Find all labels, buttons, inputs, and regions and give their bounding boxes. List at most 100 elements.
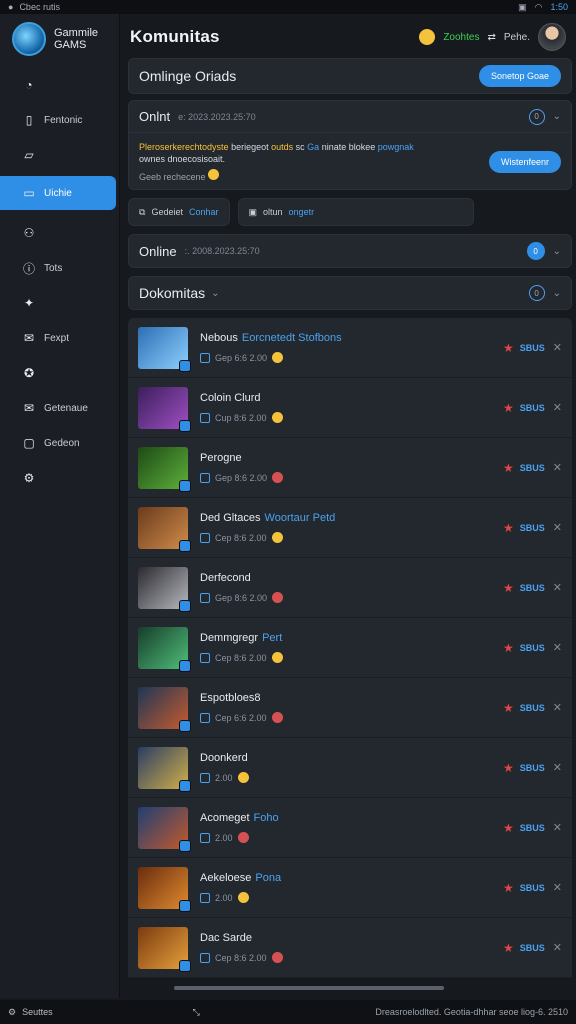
close-icon[interactable]: ✕: [553, 821, 562, 834]
close-icon[interactable]: ✕: [553, 521, 562, 534]
sidebar-item-3[interactable]: ▭ Uichie: [0, 176, 116, 210]
expand-icon[interactable]: ⤡: [193, 1007, 200, 1018]
horizontal-scrollbar[interactable]: [130, 986, 570, 992]
platform-badge-icon: [179, 899, 191, 912]
star-icon[interactable]: ★: [503, 701, 514, 715]
list-item[interactable]: Acomeget Foho 2.00 ★ SBUS ✕: [128, 798, 572, 858]
sidebar-item-4[interactable]: ⚇: [0, 216, 119, 250]
avatar[interactable]: [538, 23, 566, 51]
game-meta: Cep 8:6 2.00: [200, 532, 503, 543]
game-meta-text: Cep 8:6 2.00: [215, 532, 267, 543]
online-row[interactable]: Onlnt e: 2023.2023.25:70 0 ⌄: [129, 101, 571, 133]
action-button-1[interactable]: ▣ oltun ongetr: [237, 198, 474, 226]
list-item[interactable]: Ded Gltaces Woortaur Petd Cep 8:6 2.00 ★ SBU…: [128, 498, 572, 558]
chevron-down-icon[interactable]: ⌄: [553, 246, 561, 257]
emoji-icon: [237, 832, 249, 843]
game-info: Perogne Gep 8:6 2.00: [200, 452, 503, 483]
messages-link[interactable]: Pehe.: [504, 32, 530, 43]
star-icon[interactable]: ★: [503, 581, 514, 595]
emoji-icon: [271, 712, 283, 723]
close-icon[interactable]: ✕: [553, 701, 562, 714]
create-group-button[interactable]: Sonetop Goae: [478, 65, 561, 87]
sidebar-item-7[interactable]: ✉ Fexpt: [0, 321, 119, 355]
notice-highlight-2: outds: [271, 142, 294, 152]
game-meta-text: Cup 8:6 2.00: [215, 412, 267, 423]
game-meta: Cep 6:6 2.00: [200, 712, 503, 723]
notice-link-2[interactable]: powgnak: [378, 142, 414, 152]
online-section[interactable]: Online :. 2008.2023.25:70 0 ⌄: [128, 234, 572, 268]
sidebar-item-5[interactable]: ⓘ Tots: [0, 251, 119, 285]
sidebar-item-2[interactable]: ▱: [0, 138, 119, 172]
emoji-icon: [272, 472, 284, 483]
close-icon[interactable]: ✕: [553, 341, 562, 354]
game-score: SBUS: [519, 762, 545, 773]
online-count-icon: 0: [528, 108, 545, 125]
close-icon[interactable]: ✕: [553, 941, 562, 954]
game-meta: 2.00: [200, 832, 503, 843]
star-icon[interactable]: ★: [503, 341, 514, 355]
list-item[interactable]: Doonkerd 2.00 ★ SBUS ✕: [128, 738, 572, 798]
sidebar-item-1[interactable]: ▯ Fentonic: [0, 103, 119, 137]
game-score: SBUS: [519, 342, 545, 353]
close-icon[interactable]: ✕: [553, 641, 562, 654]
list-item[interactable]: Derfecond Gep 8:6 2.00 ★ SBUS ✕: [128, 558, 572, 618]
sidebar-item-9[interactable]: ✉ Getenaue: [0, 391, 119, 425]
gear-icon[interactable]: ⚙: [8, 1007, 16, 1018]
star-icon[interactable]: ★: [503, 641, 514, 655]
favorites-header[interactable]: Dokomitas ⌄ 0 ⌄: [128, 276, 572, 310]
star-icon[interactable]: ★: [503, 461, 514, 475]
sidebar-item-11[interactable]: ⚙: [0, 461, 119, 495]
brand[interactable]: Gammile GAMS: [0, 14, 119, 64]
notice-link[interactable]: Ga: [307, 142, 319, 152]
list-item[interactable]: Demmgregr Pert Cep 8:6 2.00 ★ SBUS ✕: [128, 618, 572, 678]
message-icon[interactable]: ⇄: [487, 32, 495, 43]
list-item[interactable]: Aekeloese Pona 2.00 ★ SBUS ✕: [128, 858, 572, 918]
sidebar-item-label: Getenaue: [44, 402, 88, 414]
game-name: Demmgregr Pert: [200, 632, 503, 644]
game-title: Demmgregr: [200, 632, 259, 644]
close-icon[interactable]: ✕: [553, 581, 562, 594]
platform-icon: [200, 892, 210, 903]
platform-icon: [200, 952, 210, 963]
emoji-icon[interactable]: [419, 29, 436, 45]
game-score: SBUS: [519, 582, 545, 593]
brand-name: Gammile GAMS: [54, 27, 98, 51]
close-icon[interactable]: ✕: [553, 401, 562, 414]
platform-badge-icon: [179, 599, 191, 612]
star-icon[interactable]: ★: [503, 821, 514, 835]
game-meta: 2.00: [200, 772, 503, 783]
app-icon: ●: [8, 2, 14, 12]
close-icon[interactable]: ✕: [553, 761, 562, 774]
sidebar-item-8[interactable]: ✪: [0, 356, 119, 390]
sidebar-item-10[interactable]: ▢ Gedeon: [0, 426, 119, 460]
close-icon[interactable]: ✕: [553, 461, 562, 474]
scrollbar-thumb[interactable]: [174, 986, 444, 990]
status-time: 1:50: [550, 2, 568, 12]
sidebar-item-0[interactable]: ◔: [0, 68, 119, 102]
platform-icon: [200, 412, 210, 423]
game-tag: Pert: [262, 632, 283, 644]
platform-icon: [200, 472, 210, 483]
action-button-0[interactable]: ⧉ Gedeiet Conhar: [128, 198, 230, 226]
list-item[interactable]: Nebous Eorcnetedt Stofbons Gep 6:6 2.00 ★ SB…: [128, 318, 572, 378]
brand-line-2: GAMS: [54, 39, 87, 51]
star-icon[interactable]: ★: [503, 941, 514, 955]
sidebar-item-6[interactable]: ✦: [0, 286, 119, 320]
chevron-down-icon[interactable]: ⌄: [553, 111, 561, 122]
action-label: Gedeiet: [151, 207, 183, 217]
star-icon[interactable]: ★: [503, 881, 514, 895]
star-icon[interactable]: ★: [503, 401, 514, 415]
close-icon[interactable]: ✕: [553, 881, 562, 894]
chevron-down-icon[interactable]: ⌄: [553, 288, 561, 299]
users-icon: ⚇: [23, 226, 35, 240]
emoji-icon: [208, 169, 220, 180]
list-item[interactable]: Espotbloes8 Cep 6:6 2.00 ★ SBUS ✕: [128, 678, 572, 738]
star-icon[interactable]: ★: [503, 521, 514, 535]
list-item[interactable]: Perogne Gep 8:6 2.00 ★ SBUS ✕: [128, 438, 572, 498]
star-icon[interactable]: ★: [503, 761, 514, 775]
platform-badge-icon: [179, 539, 191, 552]
list-item[interactable]: Dac Sarde Cep 8:6 2.00 ★ SBUS ✕: [128, 918, 572, 978]
chevron-down-icon[interactable]: ⌄: [211, 288, 219, 299]
notice-button[interactable]: Wistenfeenr: [488, 150, 561, 173]
list-item[interactable]: Coloin Clurd Cup 8:6 2.00 ★ SBUS ✕: [128, 378, 572, 438]
